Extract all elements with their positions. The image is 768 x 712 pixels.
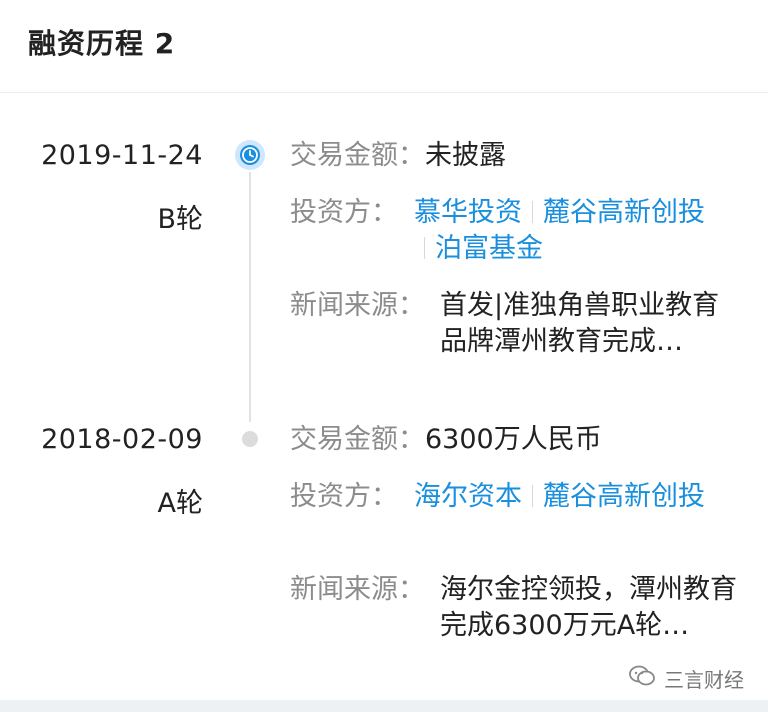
- news-row: 新闻来源：: [290, 288, 425, 324]
- news-label: 新闻来源：: [290, 574, 425, 605]
- investor-link[interactable]: 麓谷高新创投: [543, 197, 705, 228]
- investors-list: 海尔资本 麓谷高新创投: [414, 479, 724, 515]
- investors-row: 投资方：: [290, 195, 398, 231]
- watermark: 三言财经: [628, 664, 744, 692]
- round-stage: A轮: [157, 488, 203, 519]
- footer-bar: [0, 700, 768, 712]
- investors-list: 慕华投资 麓谷高新创投泊富基金: [414, 195, 724, 267]
- investor-link[interactable]: 海尔资本: [414, 481, 522, 512]
- clock-icon: [235, 140, 265, 170]
- investor-link[interactable]: 麓谷高新创投: [543, 481, 705, 512]
- amount-label: 交易金额：: [290, 424, 425, 455]
- amount-value: 6300万人民币: [425, 424, 602, 455]
- round-date: 2018-02-09: [41, 424, 203, 455]
- amount-value: 未披露: [425, 140, 506, 171]
- amount-label: 交易金额：: [290, 140, 425, 171]
- page-title: 融资历程 2: [28, 27, 176, 60]
- news-row: 新闻来源：: [290, 572, 425, 608]
- wechat-icon: [628, 664, 656, 693]
- watermark-text: 三言财经: [664, 667, 744, 692]
- round-stage: B轮: [157, 204, 203, 235]
- investors-label: 投资方：: [290, 197, 398, 228]
- investors-row: 投资方：: [290, 479, 398, 515]
- amount-row: 交易金额：6300万人民币: [290, 422, 602, 458]
- investors-label: 投资方：: [290, 481, 398, 512]
- amount-row: 交易金额：未披露: [290, 138, 506, 174]
- investor-link[interactable]: 泊富基金: [435, 233, 543, 264]
- news-link[interactable]: 首发|准独角兽职业教育品牌潭州教育完成…: [440, 288, 740, 360]
- round-date: 2019-11-24: [41, 140, 203, 171]
- news-link[interactable]: 海尔金控领投，潭州教育完成6300万元A轮…: [440, 572, 740, 644]
- header: 融资历程 2: [0, 0, 768, 93]
- timeline-line: [249, 172, 251, 422]
- news-label: 新闻来源：: [290, 290, 425, 321]
- timeline-dot: [242, 431, 258, 447]
- investor-link[interactable]: 慕华投资: [414, 197, 522, 228]
